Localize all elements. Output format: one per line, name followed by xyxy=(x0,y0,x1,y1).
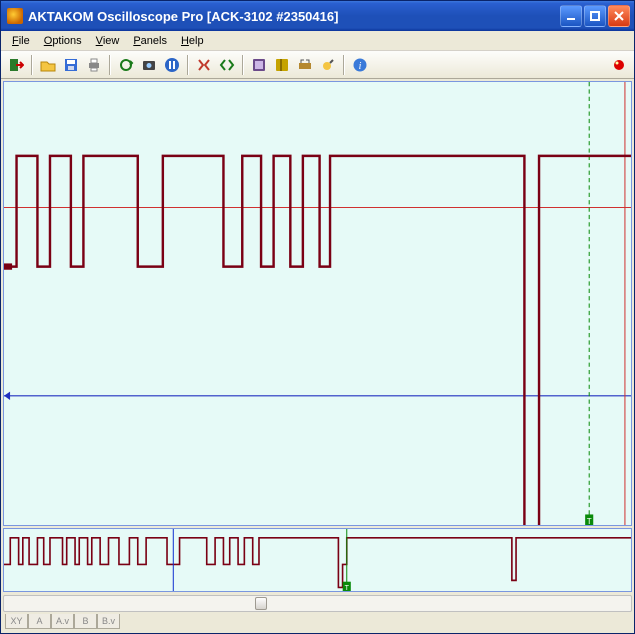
bottom-tabs: XYAA.vBB.v xyxy=(3,614,632,631)
open-button[interactable] xyxy=(37,54,59,76)
app-icon xyxy=(7,8,23,24)
panel-b-button[interactable] xyxy=(271,54,293,76)
panel-a-icon xyxy=(251,57,267,73)
svg-text:i: i xyxy=(359,61,362,72)
toolbar-separator xyxy=(187,55,189,75)
toolbar-separator xyxy=(109,55,111,75)
window-title: AKTAKOM Oscilloscope Pro [ACK-3102 #2350… xyxy=(28,9,558,24)
menu-help[interactable]: Help xyxy=(174,33,211,49)
content-area: T T XYAA.vBB.v xyxy=(1,79,634,633)
print-button[interactable] xyxy=(83,54,105,76)
save-button[interactable] xyxy=(60,54,82,76)
bottom-tab-1[interactable]: A xyxy=(28,614,51,629)
pause-button[interactable] xyxy=(161,54,183,76)
toolbar-separator xyxy=(242,55,244,75)
panel-d-button[interactable] xyxy=(317,54,339,76)
zoom-fit-icon xyxy=(219,57,235,73)
menu-file[interactable]: File xyxy=(5,33,37,49)
exit-icon xyxy=(8,57,24,73)
overview-scope-display[interactable]: T xyxy=(3,528,632,592)
bottom-tab-2[interactable]: A.v xyxy=(51,614,74,629)
panel-a-button[interactable] xyxy=(248,54,270,76)
scrollbar-thumb[interactable] xyxy=(255,597,267,610)
print-icon xyxy=(86,57,102,73)
overview-scope-plot: T xyxy=(4,529,631,591)
titlebar: AKTAKOM Oscilloscope Pro [ACK-3102 #2350… xyxy=(1,1,634,31)
zoom-reset-button[interactable] xyxy=(193,54,215,76)
horizontal-scroll-row xyxy=(3,594,632,612)
menu-options[interactable]: Options xyxy=(37,33,89,49)
pause-icon xyxy=(164,57,180,73)
toolbar: i xyxy=(1,51,634,79)
menubar: FileOptionsViewPanelsHelp xyxy=(1,31,634,51)
info-button[interactable]: i xyxy=(349,54,371,76)
panel-c-button[interactable] xyxy=(294,54,316,76)
snapshot-button[interactable] xyxy=(138,54,160,76)
record-dot-icon xyxy=(611,57,627,73)
horizontal-scrollbar[interactable] xyxy=(3,595,632,612)
zoom-fit-button[interactable] xyxy=(216,54,238,76)
menu-view[interactable]: View xyxy=(89,33,127,49)
close-button[interactable] xyxy=(608,5,630,27)
record-loop-button[interactable] xyxy=(115,54,137,76)
main-scope-display[interactable]: T xyxy=(3,81,632,526)
record-loop-icon xyxy=(118,57,134,73)
bottom-tab-3[interactable]: B xyxy=(74,614,97,629)
bottom-tab-4[interactable]: B.v xyxy=(97,614,120,629)
maximize-button[interactable] xyxy=(584,5,606,27)
svg-text:T: T xyxy=(587,517,592,525)
panel-c-icon xyxy=(297,57,313,73)
svg-text:T: T xyxy=(345,584,350,591)
info-icon: i xyxy=(352,57,368,73)
snapshot-icon xyxy=(141,57,157,73)
zoom-reset-icon xyxy=(196,57,212,73)
save-icon xyxy=(63,57,79,73)
record-indicator[interactable] xyxy=(608,54,630,76)
main-scope-plot: T xyxy=(4,82,631,525)
toolbar-separator xyxy=(31,55,33,75)
toolbar-separator xyxy=(343,55,345,75)
panel-b-icon xyxy=(274,57,290,73)
menu-panels[interactable]: Panels xyxy=(126,33,174,49)
open-icon xyxy=(40,57,56,73)
panel-d-icon xyxy=(320,57,336,73)
exit-button[interactable] xyxy=(5,54,27,76)
minimize-button[interactable] xyxy=(560,5,582,27)
bottom-tab-0[interactable]: XY xyxy=(5,614,28,629)
